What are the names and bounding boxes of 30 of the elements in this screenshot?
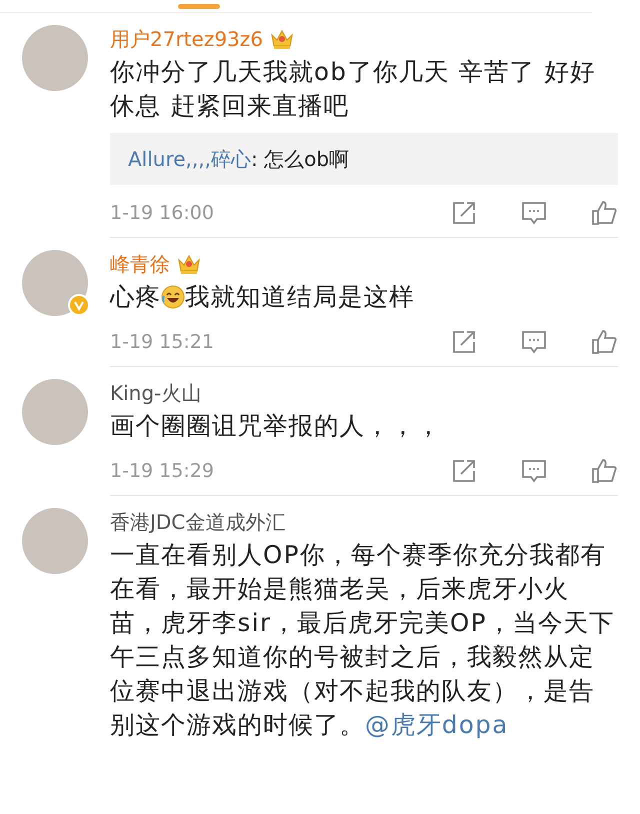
comment-time: 1-19 16:00	[110, 202, 215, 224]
crown-icon	[269, 27, 295, 51]
username[interactable]: King-火山	[110, 379, 202, 407]
repost-button[interactable]	[450, 328, 478, 356]
comment-button[interactable]	[520, 199, 548, 227]
reply-preview[interactable]: Allure,,,,碎心: 怎么ob啊	[110, 133, 618, 185]
comment-button[interactable]	[520, 328, 548, 356]
verified-badge-icon	[68, 294, 90, 316]
comment-time: 1-19 15:29	[110, 460, 215, 482]
reply-author-link[interactable]: Allure,,,,碎心	[128, 147, 251, 171]
crown-icon	[176, 252, 202, 276]
username[interactable]: 峰青徐	[110, 250, 170, 278]
tab-indicator	[178, 4, 220, 9]
mention-link[interactable]: @虎牙dopa	[365, 710, 509, 739]
comment-text: 画个圈圈诅咒举报的人，，，	[110, 410, 442, 442]
comment-text: 心疼	[110, 282, 161, 311]
like-button[interactable]	[590, 199, 618, 227]
reply-text: : 怎么ob啊	[251, 147, 350, 171]
comment-text: 你冲分了几天我就ob了你几天 辛苦了 好好休息 赶紧回来直播吧	[110, 56, 596, 122]
comment-text: 我就知道结局是这样	[185, 282, 414, 311]
comment-time: 1-19 15:21	[110, 331, 215, 353]
repost-button[interactable]	[450, 199, 478, 227]
like-button[interactable]	[590, 328, 618, 356]
comment-text: 一直在看别人OP你，每个赛季你充分我都有在看，最开始是熊猫老吴，后来虎牙小火苗，虎牙李sir，最后虎牙完美OP，当今天下午三点多知道你的号被封之后，我毅然从定位赛中退出游戏（对不起我的队友），是告别这个游戏的时候了。@虎牙dopa	[110, 539, 616, 741]
comment-button[interactable]	[520, 457, 548, 485]
repost-button[interactable]	[450, 457, 478, 485]
username[interactable]: 香港JDC金道成外汇	[110, 508, 286, 536]
like-button[interactable]	[590, 457, 618, 485]
username[interactable]: 用户27rtez93z6	[110, 25, 263, 53]
laughing-emoji-icon	[161, 285, 185, 309]
